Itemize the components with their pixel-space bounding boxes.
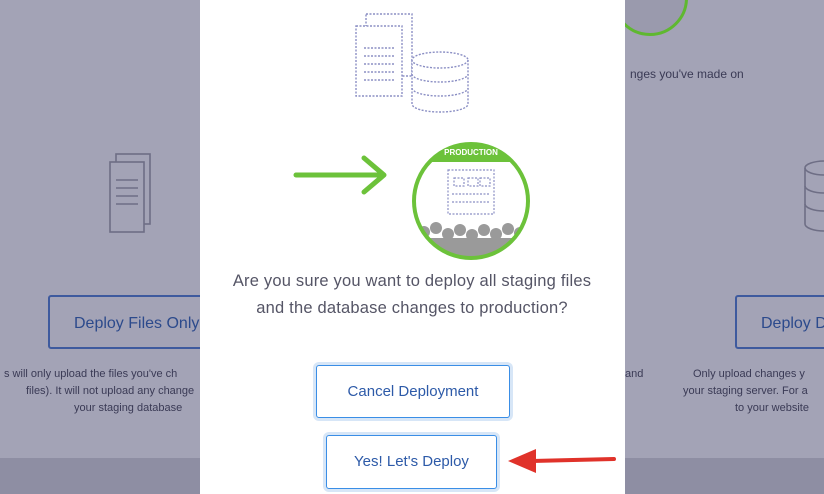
deploy-files-description-line: your staging database [74,402,183,414]
confirmation-question: Are you sure you want to deploy all stag… [232,272,592,317]
production-badge-label: PRODUCTION [444,148,498,157]
arrow-right-icon [293,155,387,195]
deploy-database-button[interactable]: Deploy D [735,295,824,349]
arrow-left-icon [508,449,616,473]
deploy-files-description-line: files). It will not upload any change [26,385,195,397]
production-server-icon: PRODUCTION [412,142,530,260]
deploy-database-description-line: your staging server. For a [683,385,808,397]
deploy-database-description-line: and [625,368,644,380]
documents-database-icon [355,13,469,113]
deploy-files-description-line: s will only upload the files you've ch [4,368,178,380]
deploy-files-only-button[interactable]: Deploy Files Only [48,295,208,349]
file-icon [109,153,151,233]
confirm-deploy-button[interactable]: Yes! Let's Deploy [326,435,497,489]
cancel-deployment-button[interactable]: Cancel Deployment [316,365,510,418]
database-icon [804,160,824,232]
deploy-database-description-line: Only upload changes y [693,368,805,380]
right-top-description: nges you've made on [630,67,744,81]
background-right-column: nges you've made on Deploy D and Only up… [625,0,824,494]
deploy-database-description-line: to your website [735,402,809,414]
background-left-column: Deploy Files Only s will only upload the… [0,0,208,494]
